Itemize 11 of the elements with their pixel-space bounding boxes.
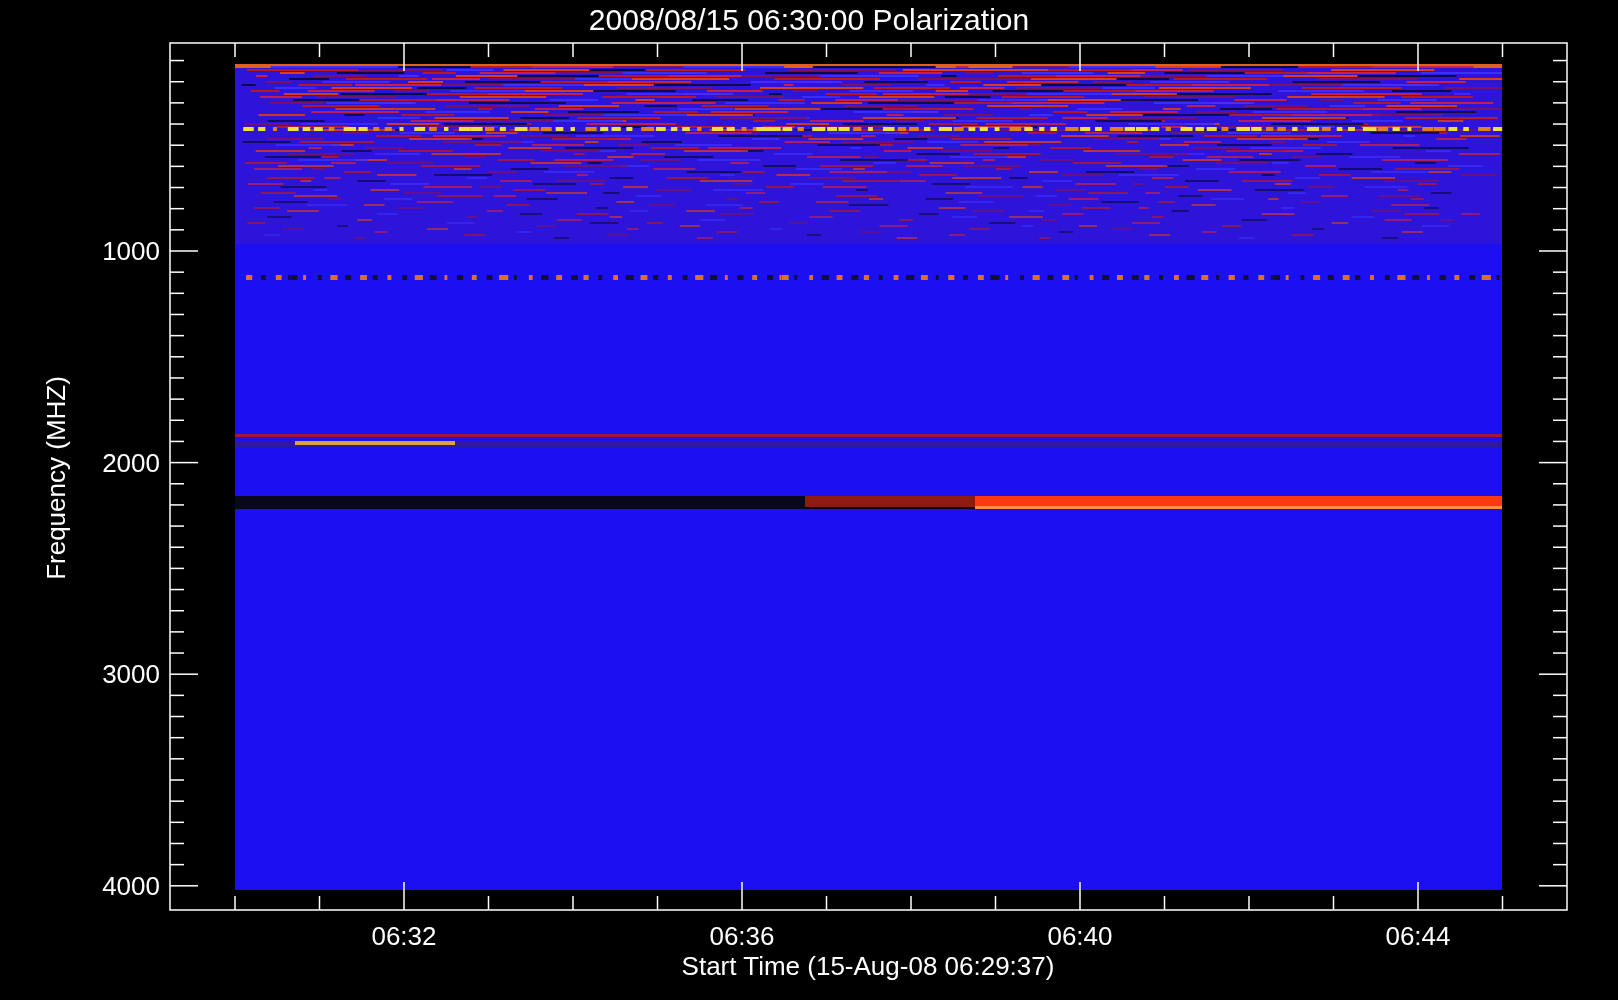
axis-label: Start Time (15-Aug-08 06:29:37) bbox=[681, 951, 1055, 981]
chart-title: 2008/08/15 06:30:00 Polarization bbox=[588, 3, 1030, 36]
tick-label: 1000 bbox=[102, 236, 160, 266]
tick-label: 3000 bbox=[102, 659, 160, 690]
tick-label: 06:40 bbox=[1047, 921, 1113, 951]
tick-label: 06:32 bbox=[371, 921, 437, 951]
tick-label: 06:36 bbox=[709, 921, 775, 951]
axis-label: Frequency (MHZ) bbox=[41, 376, 71, 580]
tick-label: 4000 bbox=[102, 870, 160, 901]
tick-label: 2000 bbox=[102, 447, 160, 478]
tick-label: 06:44 bbox=[1385, 921, 1451, 951]
